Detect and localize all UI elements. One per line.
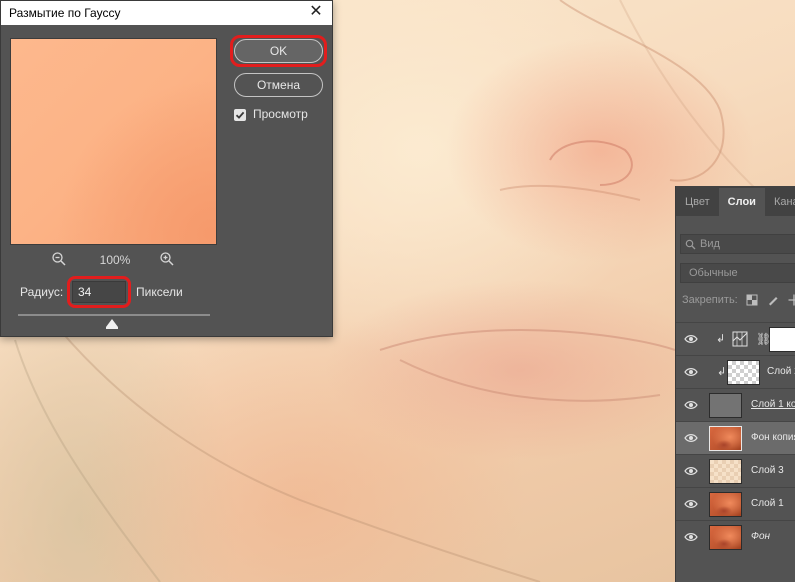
layer-row-fon-kopiya[interactable]: Фон копия (676, 421, 795, 454)
ok-button[interactable]: OK (234, 39, 323, 63)
lock-transparent-pixels-icon[interactable] (746, 294, 759, 307)
layer-filter-label: Вид (700, 238, 720, 250)
clipping-arrow-icon: ↲ (717, 366, 727, 378)
layer-filter-select[interactable]: Вид (680, 234, 795, 254)
layer-name: Слой 3 (751, 465, 784, 476)
tab-channels[interactable]: Кана (765, 188, 795, 216)
layers-panel: Цвет Слои Кана Вид Обычные Закрепить: ↲ … (675, 186, 795, 582)
close-icon[interactable]: ✕ (308, 4, 324, 20)
zoom-out-icon[interactable] (51, 251, 69, 269)
layer-name: Слой 1 копия (751, 399, 795, 410)
layer-row-sloy-1-kopiya[interactable]: Слой 1 копия (676, 388, 795, 421)
layer-row-adjustment[interactable]: ↲ ⛓ (676, 322, 795, 355)
lock-label: Закрепить: (682, 294, 738, 306)
zoom-in-icon[interactable] (159, 251, 177, 269)
checkmark-icon (235, 111, 245, 119)
gaussian-blur-dialog: Размытие по Гауссу ✕ 100% OK Отмена Прос… (0, 0, 333, 337)
preview-checkbox[interactable] (234, 109, 246, 121)
lock-image-pixels-icon[interactable] (767, 294, 780, 307)
blend-mode-select[interactable]: Обычные (680, 263, 795, 283)
eye-icon[interactable] (684, 399, 698, 411)
eye-icon[interactable] (684, 465, 698, 477)
layer-thumbnail (709, 393, 742, 418)
layer-mask-thumbnail[interactable] (769, 327, 795, 352)
search-icon (685, 239, 696, 249)
radius-slider-thumb[interactable] (106, 319, 118, 329)
layer-name: Слой 1 (751, 498, 784, 509)
layer-row-sloy-3[interactable]: Слой 3 (676, 454, 795, 487)
blur-preview-window[interactable] (10, 38, 217, 245)
clipping-arrow-icon: ↲ (716, 333, 726, 345)
levels-adjustment-icon (732, 330, 748, 348)
layer-row-sloy-1[interactable]: Слой 1 (676, 487, 795, 520)
tab-color[interactable]: Цвет (676, 188, 719, 216)
panel-tabs: Цвет Слои Кана (676, 186, 795, 216)
lock-position-icon[interactable] (788, 294, 795, 307)
layer-thumbnail (709, 459, 742, 484)
radius-label: Радиус: (20, 285, 64, 299)
zoom-level: 100% (99, 253, 131, 267)
layer-thumbnail (709, 492, 742, 517)
lock-row: Закрепить: (682, 292, 795, 308)
layer-thumbnail (709, 525, 742, 550)
tab-layers[interactable]: Слои (718, 188, 765, 216)
layer-name: Фон (751, 531, 771, 542)
radius-input[interactable] (72, 281, 126, 303)
eye-icon[interactable] (684, 333, 698, 345)
layer-row-sloy-2[interactable]: ↲ Слой 2 (676, 355, 795, 388)
eye-icon[interactable] (684, 366, 698, 378)
layer-list: ↲ ⛓ ↲ Слой 2 Слой 1 копия Фон копия (676, 322, 795, 553)
dialog-title: Размытие по Гауссу (9, 6, 121, 20)
preview-label: Просмотр (253, 107, 308, 121)
layer-name: Фон копия (751, 432, 795, 443)
layer-thumbnail (709, 426, 742, 451)
radius-slider-track[interactable] (18, 314, 210, 316)
eye-icon[interactable] (684, 531, 698, 543)
eye-icon[interactable] (684, 498, 698, 510)
dialog-titlebar[interactable]: Размытие по Гауссу ✕ (1, 1, 332, 25)
radius-unit: Пиксели (136, 285, 183, 299)
layer-row-fon[interactable]: Фон (676, 520, 795, 553)
layer-name: Слой 2 (767, 366, 795, 377)
cancel-button[interactable]: Отмена (234, 73, 323, 97)
eye-icon[interactable] (684, 432, 698, 444)
layer-thumbnail (727, 360, 760, 385)
